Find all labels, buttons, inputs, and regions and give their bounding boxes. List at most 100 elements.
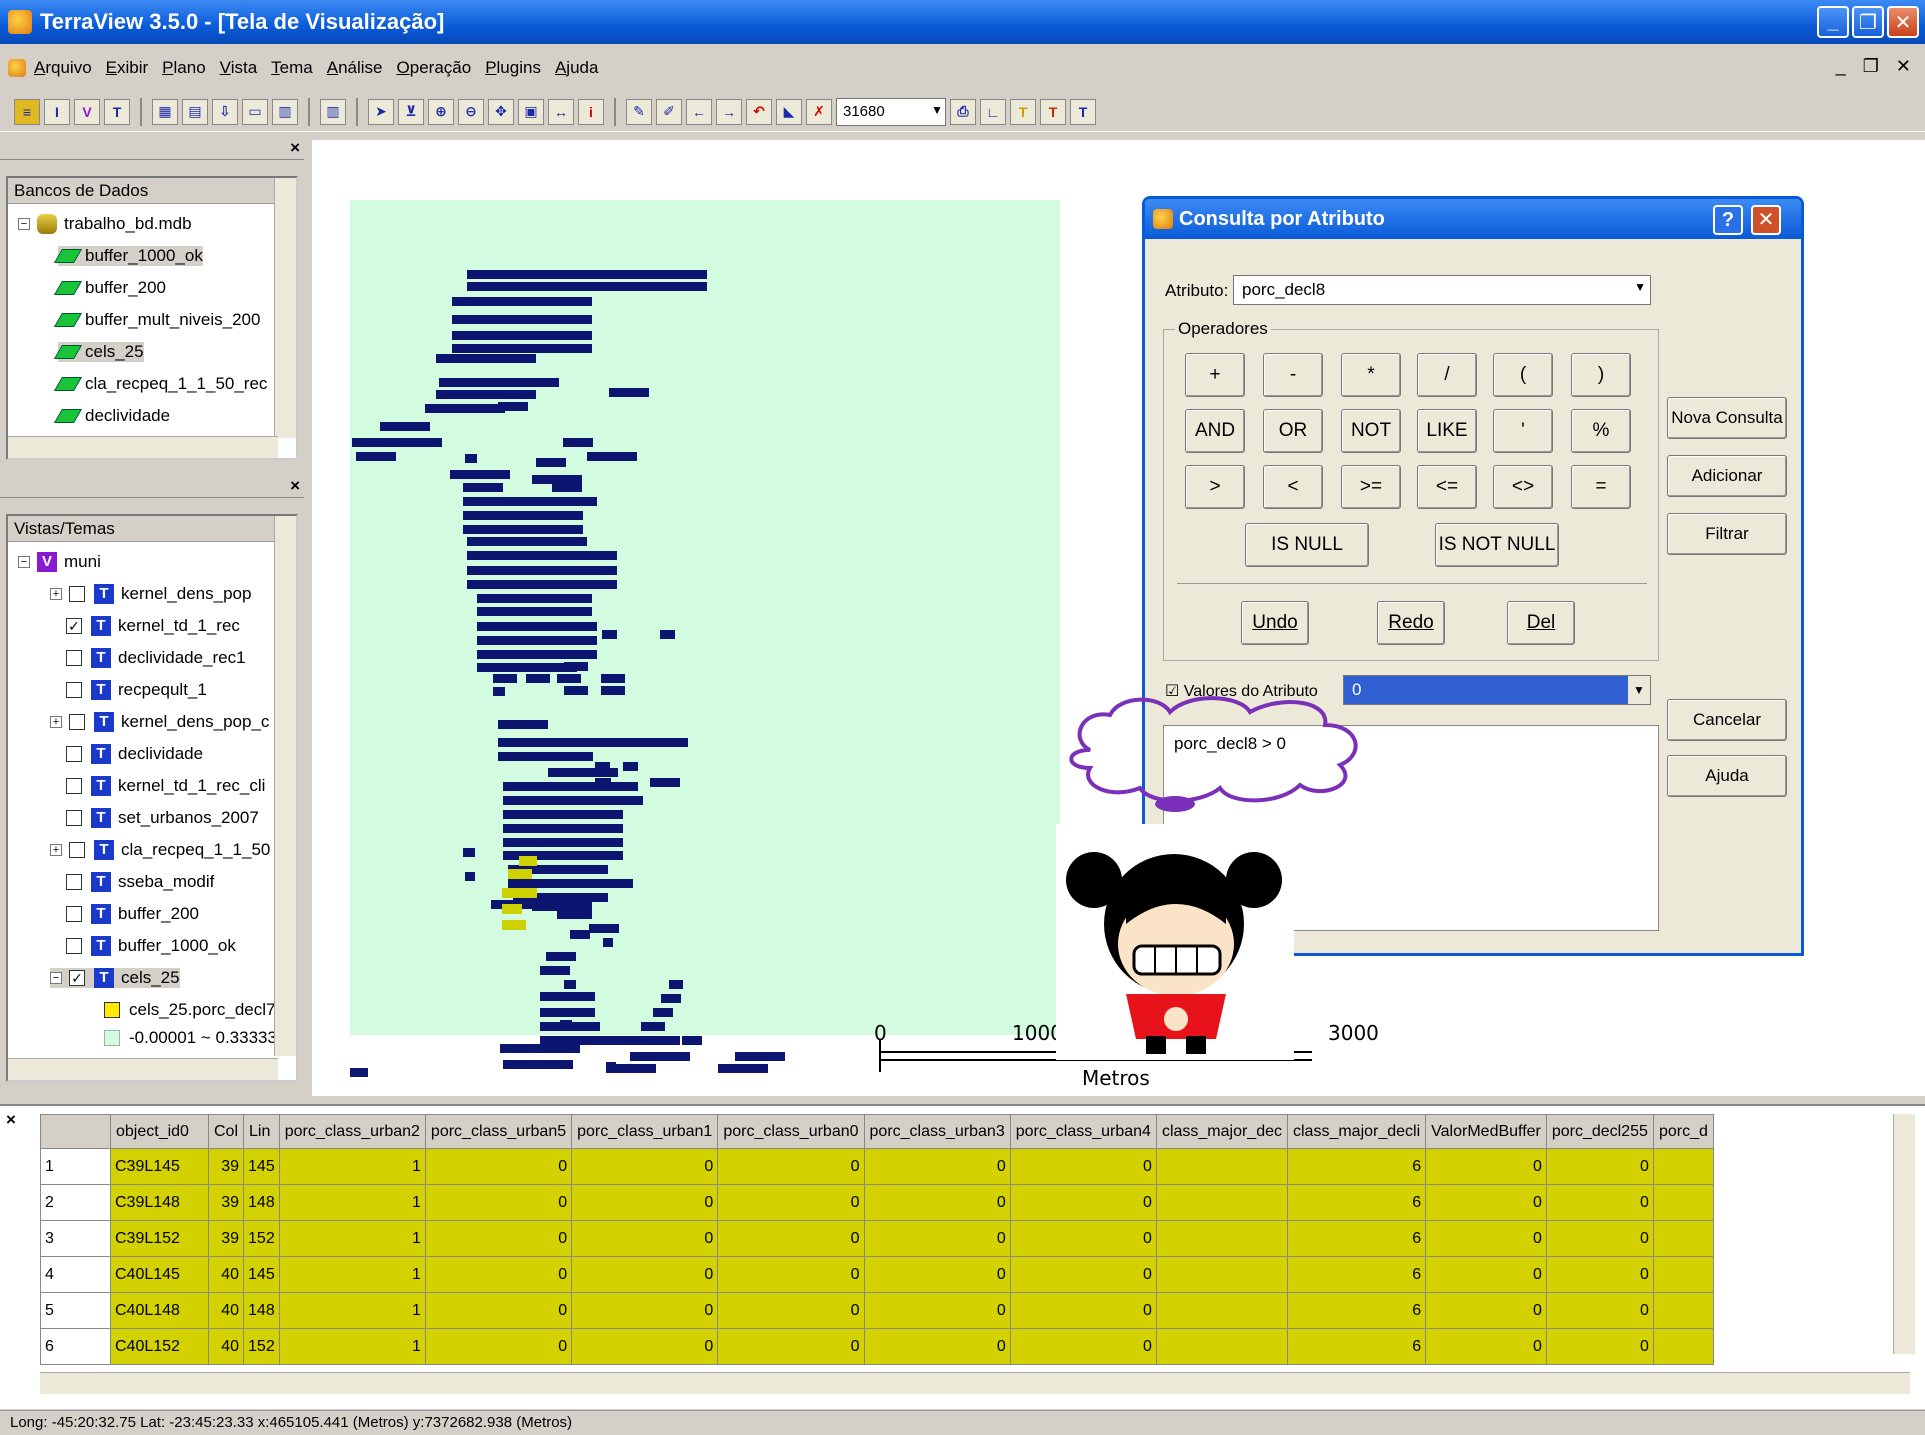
table-cell[interactable]: 152 <box>243 1328 280 1365</box>
cancel-button[interactable]: Cancelar <box>1667 699 1787 741</box>
table-cell[interactable] <box>1155 1148 1289 1185</box>
table-cell[interactable]: 145 <box>243 1256 280 1293</box>
table-cell[interactable]: 0 <box>717 1256 865 1293</box>
zoom-in-icon[interactable]: ⊕ <box>428 98 454 125</box>
new-query-button[interactable]: Nova Consulta <box>1667 397 1787 439</box>
table-cell[interactable]: 1 <box>278 1256 426 1293</box>
menu-analise[interactable]: Análise <box>327 58 383 78</box>
table-cell[interactable]: 0 <box>863 1184 1011 1221</box>
table-cell[interactable]: 0 <box>424 1328 573 1365</box>
table-cell[interactable]: 0 <box>717 1292 865 1329</box>
table-cell[interactable]: 0 <box>571 1148 719 1185</box>
print-icon[interactable]: ⎙ <box>950 98 976 125</box>
theme-checkbox[interactable] <box>66 874 82 890</box>
table-cell[interactable]: 148 <box>243 1292 280 1329</box>
column-header[interactable]: ValorMedBuffer <box>1425 1114 1547 1149</box>
text-format-icon[interactable]: T <box>1040 98 1066 125</box>
zoom-area-icon[interactable]: ▣ <box>518 98 544 125</box>
table-cell[interactable]: 39 <box>207 1184 245 1221</box>
table-cell[interactable] <box>1652 1148 1714 1185</box>
table-row[interactable]: 6 C40L152 40 152 1 0 0 0 0 0 6 0 0 <box>40 1328 1714 1365</box>
column-header[interactable]: Lin <box>243 1114 280 1149</box>
table-cell[interactable]: 0 <box>1545 1184 1654 1221</box>
op-gte-button[interactable]: >= <box>1341 465 1401 509</box>
op-eq-button[interactable]: = <box>1571 465 1631 509</box>
op-lt-button[interactable]: < <box>1263 465 1323 509</box>
column-header[interactable]: porc_class_urban2 <box>278 1114 426 1149</box>
theme-checkbox[interactable]: ✓ <box>66 618 82 634</box>
theme-item[interactable]: Tset_urbanos_2007 <box>66 808 259 828</box>
theme-item[interactable]: Tbuffer_1000_ok <box>66 936 236 956</box>
table-cell[interactable] <box>1652 1184 1714 1221</box>
table-cell[interactable]: 5 <box>40 1292 111 1329</box>
table-cell[interactable]: 40 <box>207 1292 245 1329</box>
table-cell[interactable]: 1 <box>40 1148 111 1185</box>
cursor-icon[interactable]: ◣ <box>776 98 802 125</box>
table-cell[interactable]: C40L145 <box>110 1256 209 1293</box>
expand-icon[interactable]: + <box>50 588 62 600</box>
ruler-icon[interactable]: ∟ <box>980 98 1006 125</box>
theme-checkbox[interactable] <box>69 842 85 858</box>
edit-icon[interactable]: ✐ <box>656 98 682 125</box>
table-cell[interactable]: 0 <box>1425 1328 1547 1365</box>
collapse-icon[interactable]: − <box>18 556 30 568</box>
grid-vscroll[interactable] <box>1893 1114 1915 1354</box>
theme-item[interactable]: Tkernel_td_1_rec_cli <box>66 776 265 796</box>
column-header[interactable]: porc_class_urban5 <box>424 1114 573 1149</box>
table-cell[interactable]: 40 <box>207 1328 245 1365</box>
table-cell[interactable]: 0 <box>1009 1220 1157 1257</box>
table-cell[interactable] <box>1155 1328 1289 1365</box>
theme-item[interactable]: ✓ Tkernel_td_1_rec <box>66 616 240 636</box>
del-button[interactable]: Del <box>1507 601 1575 645</box>
op-and-button[interactable]: AND <box>1185 409 1245 453</box>
layer-item[interactable]: buffer_mult_niveis_200 <box>53 310 260 330</box>
table-cell[interactable]: 0 <box>1545 1328 1654 1365</box>
theme-item[interactable]: Tsseba_modif <box>66 872 214 892</box>
table-cell[interactable]: 0 <box>1425 1292 1547 1329</box>
theme-checkbox[interactable]: ✓ <box>69 970 85 986</box>
menu-vista[interactable]: Vista <box>220 58 258 78</box>
collapse-icon[interactable]: − <box>18 218 30 230</box>
op-quote-button[interactable]: ' <box>1493 409 1553 453</box>
views-panel-vscroll[interactable] <box>274 516 296 1056</box>
table-row[interactable]: 1 C39L145 39 145 1 0 0 0 0 0 6 0 0 <box>40 1148 1714 1185</box>
table-cell[interactable]: 6 <box>1286 1184 1427 1221</box>
draw-icon[interactable]: ✎ <box>626 98 652 125</box>
table-cell[interactable]: 0 <box>863 1148 1011 1185</box>
layer-item[interactable]: buffer_1000_ok <box>53 246 203 266</box>
pan-icon[interactable]: ✥ <box>488 98 514 125</box>
forward-icon[interactable]: → <box>716 98 742 125</box>
menu-tema[interactable]: Tema <box>271 58 313 78</box>
menu-plano[interactable]: Plano <box>162 58 205 78</box>
table-cell[interactable]: 0 <box>571 1184 719 1221</box>
table-cell[interactable]: 6 <box>1286 1328 1427 1365</box>
theme-checkbox[interactable] <box>69 586 85 602</box>
column-header[interactable]: class_major_dec <box>1155 1114 1289 1149</box>
table-cell[interactable] <box>1652 1292 1714 1329</box>
menu-exibir[interactable]: Exibir <box>106 58 149 78</box>
theme-checkbox[interactable] <box>66 682 82 698</box>
maximize-button[interactable]: ❐ <box>1852 6 1884 38</box>
column-header[interactable]: Col <box>207 1114 245 1149</box>
table-cell[interactable]: 0 <box>571 1292 719 1329</box>
table-cell[interactable]: 0 <box>571 1328 719 1365</box>
theme-item[interactable]: + Tkernel_dens_pop <box>50 584 251 604</box>
undo-button[interactable]: Undo <box>1241 601 1309 645</box>
db-panel-hscroll[interactable] <box>8 436 278 458</box>
mdi-window-buttons[interactable]: _ ❐ ✕ <box>1836 56 1917 77</box>
minimize-button[interactable]: _ <box>1817 6 1849 38</box>
table-cell[interactable]: 0 <box>1009 1328 1157 1365</box>
theme-item[interactable]: + Tcla_recpeq_1_1_50 <box>50 840 270 860</box>
theme-item[interactable]: Trecpeqult_1 <box>66 680 207 700</box>
close-icon[interactable]: × <box>290 476 300 496</box>
add-button[interactable]: Adicionar <box>1667 455 1787 497</box>
table-cell[interactable] <box>1652 1256 1714 1293</box>
table-cell[interactable] <box>1155 1184 1289 1221</box>
info-layer-icon[interactable]: I <box>44 98 70 125</box>
op-divide-button[interactable]: / <box>1417 353 1477 397</box>
menu-arquivo[interactable]: Arquivo <box>34 58 92 78</box>
table-cell[interactable]: 39 <box>207 1148 245 1185</box>
op-plus-button[interactable]: + <box>1185 353 1245 397</box>
table-cell[interactable]: 0 <box>1545 1292 1654 1329</box>
table-cell[interactable]: 3 <box>40 1220 111 1257</box>
